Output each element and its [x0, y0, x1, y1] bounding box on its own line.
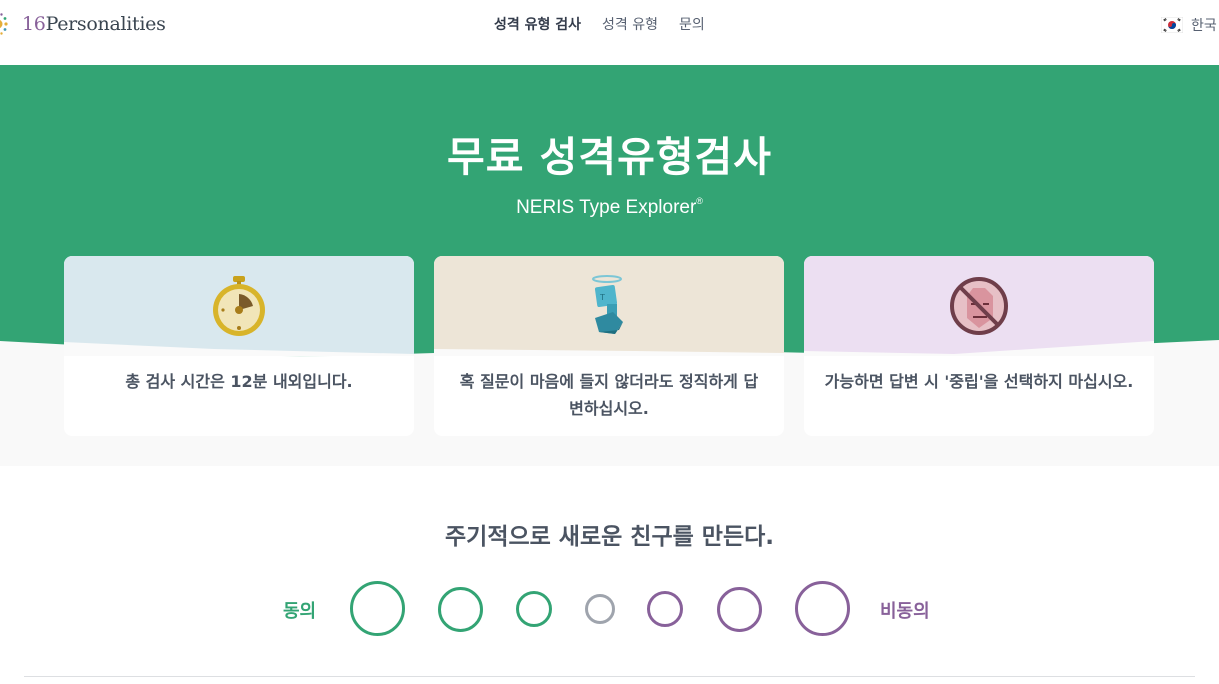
main-nav: 성격 유형 검사 성격 유형 문의	[494, 15, 726, 35]
card-text: 총 검사 시간은 12분 내외입니다.	[125, 372, 353, 391]
site-header: 16Personalities 성격 유형 검사 성격 유형 문의 한국	[0, 0, 1219, 65]
divider	[24, 676, 1195, 677]
answer-option-disagree[interactable]	[717, 587, 762, 632]
info-card-neutral: 가능하면 답변 시 '중립'을 선택하지 마십시오.	[804, 256, 1154, 436]
nav-types[interactable]: 성격 유형	[602, 15, 658, 35]
agree-label: 동의	[283, 601, 317, 622]
answer-option-neutral[interactable]	[585, 594, 615, 624]
svg-text:T: T	[599, 293, 605, 302]
korea-flag-icon	[1161, 17, 1183, 33]
answer-option-disagree-slight[interactable]	[647, 591, 683, 627]
disagree-label: 비동의	[880, 601, 930, 622]
stopwatch-icon	[213, 276, 265, 336]
answer-option-agree-strong[interactable]	[350, 581, 405, 636]
language-label: 한국	[1191, 18, 1217, 34]
info-card-honesty: T 혹 질문이 마음에 들지 않더라도 정직하게 답변하십시오.	[434, 256, 784, 436]
nav-contact[interactable]: 문의	[679, 15, 705, 35]
card-text: 가능하면 답변 시 '중립'을 선택하지 마십시오.	[824, 372, 1134, 391]
nav-test[interactable]: 성격 유형 검사	[494, 15, 581, 35]
card-text: 혹 질문이 마음에 들지 않더라도 정직하게 답변하십시오.	[459, 372, 759, 418]
hero-section: 무료 성격유형검사 NERIS Type Explorer® 총 검사 시간은 …	[0, 65, 1219, 466]
halo-figure-icon: T	[592, 275, 623, 334]
info-card-time: 총 검사 시간은 12분 내외입니다.	[64, 256, 414, 436]
page-subtitle: NERIS Type Explorer®	[516, 196, 703, 218]
language-selector[interactable]: 한국	[1161, 15, 1217, 35]
logo[interactable]: 16Personalities	[0, 6, 166, 42]
logo-text: 16Personalities	[22, 13, 166, 35]
answer-option-agree[interactable]	[438, 587, 483, 632]
no-neutral-face-icon	[950, 277, 1008, 335]
answer-option-disagree-strong[interactable]	[795, 581, 850, 636]
page-title: 무료 성격유형검사	[446, 133, 773, 181]
logo-sun-icon	[0, 13, 8, 35]
answer-option-agree-slight[interactable]	[516, 591, 552, 627]
question-text: 주기적으로 새로운 친구를 만든다.	[445, 524, 774, 550]
